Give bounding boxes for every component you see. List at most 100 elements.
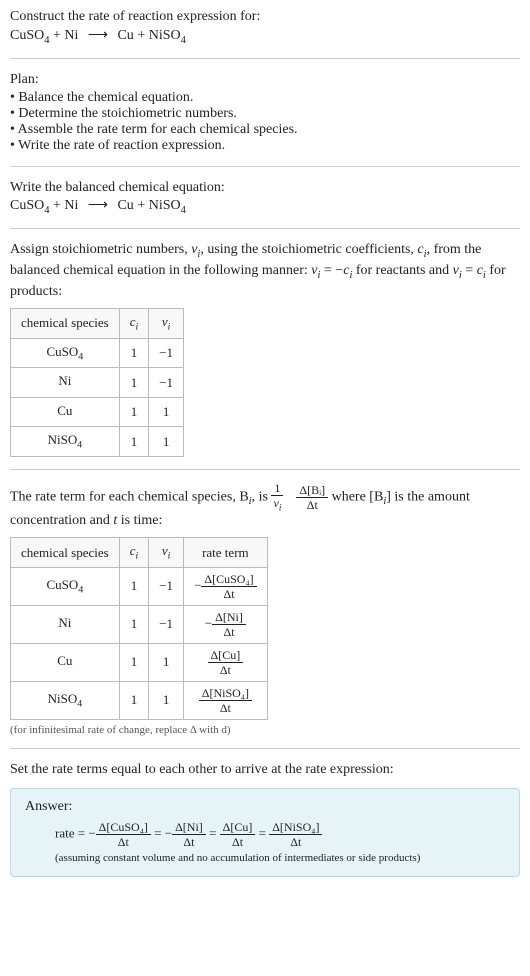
cell-species: NiSO4	[11, 681, 120, 719]
table-header-row: chemical species ci νi rate term	[11, 538, 268, 568]
t: NiSO	[48, 432, 78, 447]
frac-num: Δ[Bᵢ]	[296, 484, 328, 498]
rateterm-block: The rate term for each chemical species,…	[10, 482, 520, 736]
balanced-title: Write the balanced chemical equation:	[10, 179, 520, 198]
cell-species: Ni	[11, 368, 120, 398]
cell-nu: −1	[149, 368, 184, 398]
cell-species: Cu	[11, 397, 120, 427]
t: Ni	[58, 615, 71, 630]
cell-species: Ni	[11, 605, 120, 643]
neg: −	[165, 825, 172, 840]
rate-frac: Δ[Cu]Δt	[208, 649, 244, 676]
answer-box: Answer: rate = −Δ[CuSO₄]Δt = −Δ[Ni]Δt = …	[10, 788, 520, 877]
cell-nu: −1	[149, 567, 184, 605]
cell-rate: −Δ[CuSO₄]Δt	[184, 567, 268, 605]
frac-den: Δt	[296, 498, 328, 511]
rel: ci	[477, 263, 486, 278]
col-species: chemical species	[11, 309, 120, 339]
stoich-table: chemical species ci νi CuSO41−1 Ni1−1 Cu…	[10, 308, 184, 457]
frac-num: Δ[CuSO₄]	[201, 573, 256, 587]
divider	[10, 228, 520, 229]
t: NiSO	[48, 691, 78, 706]
reactant-2: Ni	[64, 28, 78, 43]
equation-balanced: CuSO4 + Ni ⟶ Cu + NiSO4	[10, 197, 520, 216]
final-block: Set the rate terms equal to each other t…	[10, 761, 520, 877]
neg: −	[194, 577, 201, 592]
frac-den: νi	[271, 496, 283, 512]
species-sub: 4	[44, 205, 49, 216]
divider	[10, 58, 520, 59]
nu-var: νi	[191, 242, 200, 257]
frac-num: Δ[CuSO₄]	[96, 821, 151, 835]
rate-frac: Δ[Cu]Δt	[220, 821, 256, 848]
t: CuSO	[47, 577, 79, 592]
frac-den: Δt	[199, 701, 252, 714]
col-species: chemical species	[11, 538, 120, 568]
table-header-row: chemical species ci νi	[11, 309, 184, 339]
col-c: ci	[119, 309, 149, 339]
balanced-block: Write the balanced chemical equation: Cu…	[10, 179, 520, 217]
reactant-1: CuSO4	[10, 198, 49, 213]
cell-nu: −1	[149, 338, 184, 368]
plan-block: Plan: Balance the chemical equation. Det…	[10, 71, 520, 154]
table-row: NiSO411Δ[NiSO₄]Δt	[11, 681, 268, 719]
table-row: Cu11Δ[Cu]Δt	[11, 643, 268, 681]
cell-c: 1	[119, 567, 149, 605]
rate-frac: Δ[NiSO₄]Δt	[269, 821, 322, 848]
frac-num: Δ[Cu]	[220, 821, 256, 835]
table-row: Ni1−1−Δ[Ni]Δt	[11, 605, 268, 643]
frac-dB-dt: Δ[Bᵢ]Δt	[296, 484, 328, 511]
cell-rate: Δ[NiSO₄]Δt	[184, 681, 268, 719]
rate-expression: rate = −Δ[CuSO₄]Δt = −Δ[Ni]Δt = Δ[Cu]Δt …	[55, 821, 505, 848]
species-sub: 4	[44, 35, 49, 46]
t: = −	[320, 263, 343, 278]
t: where [B	[332, 489, 384, 504]
species-sub: 4	[181, 205, 186, 216]
table-row: Ni1−1	[11, 368, 184, 398]
cell-species: Cu	[11, 643, 120, 681]
rate-frac: Δ[NiSO₄]Δt	[199, 687, 252, 714]
rel: ci	[343, 263, 352, 278]
assign-block: Assign stoichiometric numbers, νi, using…	[10, 241, 520, 457]
frac-den: Δt	[208, 663, 244, 676]
plus: +	[53, 198, 64, 213]
cell-c: 1	[119, 368, 149, 398]
cell-species: CuSO4	[11, 338, 120, 368]
eq: =	[209, 825, 220, 840]
header-block: Construct the rate of reaction expressio…	[10, 8, 520, 46]
table-row: CuSO41−1	[11, 338, 184, 368]
prompt-text: Construct the rate of reaction expressio…	[10, 8, 520, 27]
table-row: CuSO41−1−Δ[CuSO₄]Δt	[11, 567, 268, 605]
equation-unbalanced: CuSO4 + Ni ⟶ Cu + NiSO4	[10, 27, 520, 46]
t: 4	[78, 585, 83, 596]
cell-rate: −Δ[Ni]Δt	[184, 605, 268, 643]
col-rate: rate term	[184, 538, 268, 568]
cell-nu: 1	[149, 427, 184, 457]
t: , is	[252, 489, 272, 504]
species-text: CuSO	[10, 198, 44, 213]
t: =	[462, 263, 477, 278]
t: 4	[77, 440, 82, 451]
species-text: NiSO	[149, 198, 181, 213]
final-title: Set the rate terms equal to each other t…	[10, 761, 520, 780]
rateterm-text: The rate term for each chemical species,…	[10, 482, 520, 531]
cell-species: CuSO4	[11, 567, 120, 605]
cell-c: 1	[119, 643, 149, 681]
cell-nu: 1	[149, 643, 184, 681]
product-1: Cu	[117, 198, 133, 213]
frac-num: Δ[Ni]	[172, 821, 206, 835]
cell-nu: −1	[149, 605, 184, 643]
col-c: ci	[119, 538, 149, 568]
t: Cu	[57, 403, 72, 418]
rate-table: chemical species ci νi rate term CuSO41−…	[10, 537, 268, 720]
t: is time:	[117, 513, 162, 528]
frac-den: Δt	[269, 835, 322, 848]
eq: =	[154, 825, 165, 840]
frac-den: Δt	[172, 835, 206, 848]
frac-num: Δ[Cu]	[208, 649, 244, 663]
rate-frac: Δ[CuSO₄]Δt	[201, 573, 256, 600]
cell-c: 1	[119, 338, 149, 368]
assign-text: Assign stoichiometric numbers, νi, using…	[10, 241, 520, 302]
arrow-icon: ⟶	[88, 198, 108, 213]
t: , using the stoichiometric coefficients,	[200, 242, 417, 257]
